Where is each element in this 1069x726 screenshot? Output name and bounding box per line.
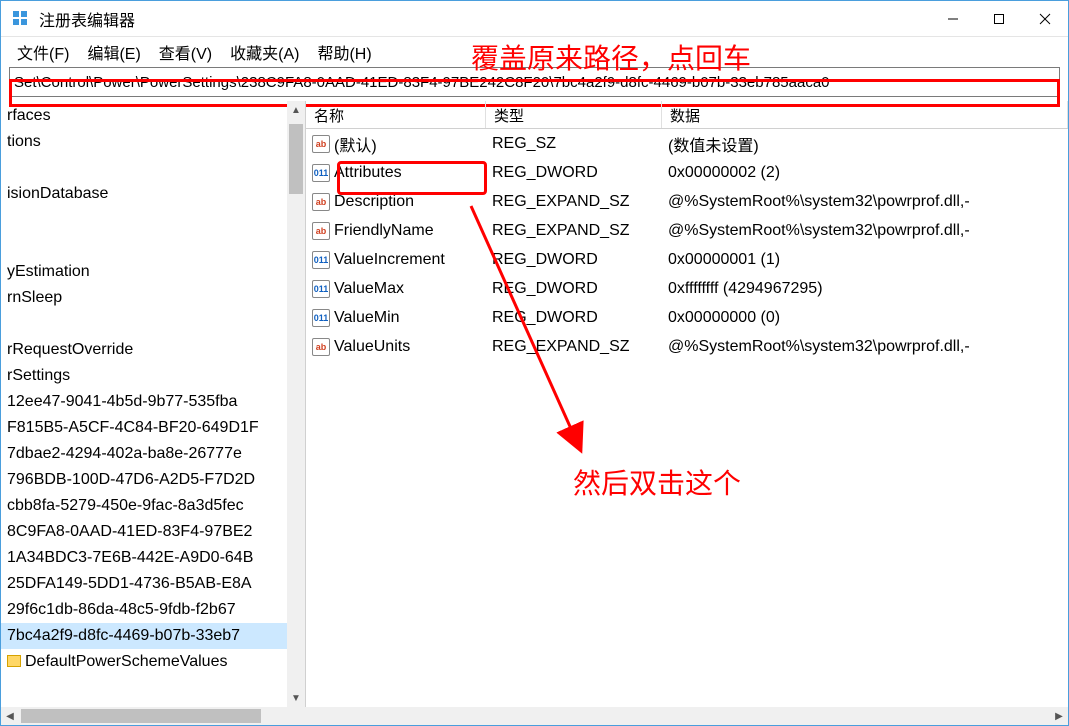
tree-item[interactable]: 12ee47-9041-4b5d-9b77-535fba [1, 389, 305, 415]
registry-value-row[interactable]: 011ValueMax REG_DWORD0xffffffff (42949672… [306, 274, 1068, 303]
tree-item[interactable]: rfaces [1, 103, 305, 129]
main-panes: rfacestions isionDatabase yEstimationrnS… [1, 101, 1068, 707]
hscroll-thumb[interactable] [21, 709, 261, 723]
reg-dw-icon: 011 [312, 251, 330, 269]
value-name: ValueMax [334, 280, 404, 298]
tree-item[interactable]: rnSleep [1, 285, 305, 311]
tree-item[interactable]: 796BDB-100D-47D6-A2D5-F7D2D [1, 467, 305, 493]
tree-item[interactable]: tions [1, 129, 305, 155]
value-data: @%SystemRoot%\system32\powrprof.dll,- [662, 193, 1068, 211]
menu-file[interactable]: 文件(F) [9, 38, 77, 66]
value-type: REG_EXPAND_SZ [486, 222, 662, 240]
reg-sz-icon: ab [312, 135, 330, 153]
value-type: REG_EXPAND_SZ [486, 193, 662, 211]
registry-value-row[interactable]: abDescription REG_EXPAND_SZ@%SystemRoot%\… [306, 187, 1068, 216]
tree-item[interactable]: rRequestOverride [1, 337, 305, 363]
list-header: 名称 类型 数据 [306, 101, 1068, 129]
close-button[interactable] [1022, 1, 1068, 37]
tree-item[interactable]: isionDatabase [1, 181, 305, 207]
menu-bar: 文件(F) 编辑(E) 查看(V) 收藏夹(A) 帮助(H) [1, 37, 1068, 67]
menu-edit[interactable]: 编辑(E) [79, 38, 148, 66]
scroll-track[interactable] [287, 119, 305, 689]
value-data: 0x00000001 (1) [662, 251, 1068, 269]
registry-value-row[interactable]: abValueUnits REG_EXPAND_SZ@%SystemRoot%\s… [306, 332, 1068, 361]
value-type: REG_DWORD [486, 280, 662, 298]
value-type: REG_EXPAND_SZ [486, 338, 662, 356]
tree-item[interactable]: DefaultPowerSchemeValues [1, 649, 305, 675]
tree-item[interactable] [1, 155, 305, 181]
tree-item[interactable]: rSettings [1, 363, 305, 389]
tree-item[interactable] [1, 311, 305, 337]
title-bar: 注册表编辑器 [1, 1, 1068, 37]
tree-item[interactable] [1, 233, 305, 259]
menu-view[interactable]: 查看(V) [151, 38, 220, 66]
scroll-down-button[interactable]: ▼ [287, 689, 305, 707]
value-type: REG_SZ [486, 135, 662, 153]
column-header-name[interactable]: 名称 [306, 101, 486, 128]
column-header-data[interactable]: 数据 [662, 101, 1068, 128]
scroll-up-button[interactable]: ▲ [287, 101, 305, 119]
tree-item[interactable]: yEstimation [1, 259, 305, 285]
reg-dw-icon: 011 [312, 280, 330, 298]
value-data: (数值未设置) [662, 132, 1068, 156]
value-type: REG_DWORD [486, 251, 662, 269]
minimize-button[interactable] [930, 1, 976, 37]
menu-help[interactable]: 帮助(H) [309, 38, 379, 66]
maximize-button[interactable] [976, 1, 1022, 37]
reg-dw-icon: 011 [312, 164, 330, 182]
value-name: (默认) [334, 132, 377, 156]
registry-value-row[interactable]: 011ValueMin REG_DWORD0x00000000 (0) [306, 303, 1068, 332]
value-name: FriendlyName [334, 222, 434, 240]
tree-item[interactable]: 7bc4a2f9-d8fc-4469-b07b-33eb7 [1, 623, 305, 649]
horizontal-scrollbar[interactable]: ◀ ▶ [1, 707, 1068, 725]
value-name: ValueUnits [334, 338, 410, 356]
tree-item[interactable]: 1A34BDC3-7E6B-442E-A9D0-64B [1, 545, 305, 571]
value-data: 0xffffffff (4294967295) [662, 280, 1068, 298]
value-type: REG_DWORD [486, 164, 662, 182]
reg-sz-icon: ab [312, 338, 330, 356]
reg-sz-icon: ab [312, 193, 330, 211]
reg-dw-icon: 011 [312, 309, 330, 327]
tree-item[interactable]: 29f6c1db-86da-48c5-9fdb-f2b67 [1, 597, 305, 623]
tree-item[interactable]: 7dbae2-4294-402a-ba8e-26777e [1, 441, 305, 467]
list-pane[interactable]: 名称 类型 数据 ab(默认)REG_SZ(数值未设置)011Attribute… [306, 101, 1068, 707]
tree-item[interactable]: 25DFA149-5DD1-4736-B5AB-E8A [1, 571, 305, 597]
app-icon [11, 9, 31, 29]
value-data: @%SystemRoot%\system32\powrprof.dll,- [662, 338, 1068, 356]
window-title: 注册表编辑器 [39, 7, 930, 31]
hscroll-track[interactable] [19, 707, 1050, 725]
registry-value-row[interactable]: 011ValueIncrement REG_DWORD0x00000001 (1) [306, 245, 1068, 274]
value-name: Attributes [334, 164, 402, 182]
column-header-type[interactable]: 类型 [486, 101, 662, 128]
tree-item[interactable]: cbb8fa-5279-450e-9fac-8a3d5fec [1, 493, 305, 519]
tree-item[interactable]: 8C9FA8-0AAD-41ED-83F4-97BE2 [1, 519, 305, 545]
value-data: 0x00000000 (0) [662, 309, 1068, 327]
reg-sz-icon: ab [312, 222, 330, 240]
scroll-left-button[interactable]: ◀ [1, 707, 19, 725]
address-input[interactable] [10, 71, 1059, 94]
tree-vertical-scrollbar[interactable]: ▲ ▼ [287, 101, 305, 707]
value-name: ValueIncrement [334, 251, 445, 269]
value-name: Description [334, 193, 414, 211]
value-data: @%SystemRoot%\system32\powrprof.dll,- [662, 222, 1068, 240]
registry-value-row[interactable]: 011Attributes REG_DWORD0x00000002 (2) [306, 158, 1068, 187]
registry-value-row[interactable]: ab(默认) REG_SZ(数值未设置) [306, 129, 1068, 158]
scroll-thumb[interactable] [289, 124, 303, 194]
folder-icon [7, 655, 21, 667]
tree-item[interactable] [1, 207, 305, 233]
tree-pane[interactable]: rfacestions isionDatabase yEstimationrnS… [1, 101, 306, 707]
scroll-right-button[interactable]: ▶ [1050, 707, 1068, 725]
value-data: 0x00000002 (2) [662, 164, 1068, 182]
tree-item[interactable]: F815B5-A5CF-4C84-BF20-649D1F [1, 415, 305, 441]
registry-value-row[interactable]: abFriendlyName REG_EXPAND_SZ@%SystemRoot%… [306, 216, 1068, 245]
value-name: ValueMin [334, 309, 400, 327]
address-bar[interactable] [9, 67, 1060, 97]
menu-favorites[interactable]: 收藏夹(A) [222, 38, 307, 66]
value-type: REG_DWORD [486, 309, 662, 327]
